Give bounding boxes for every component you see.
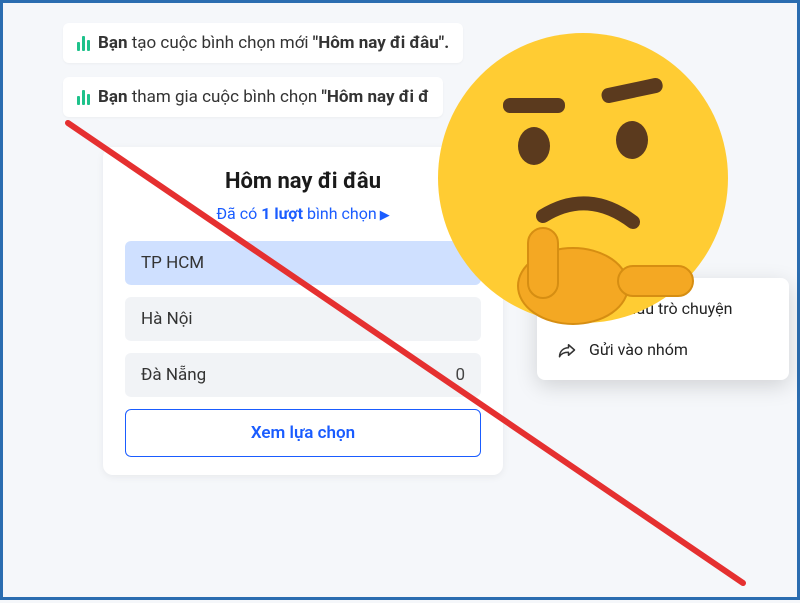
share-icon <box>557 342 577 358</box>
menu-item-share[interactable]: Gửi vào nhóm <box>537 329 789 370</box>
menu-item-label: n lên đầu trò chuyện <box>589 299 732 318</box>
poll-card: Hôm nay đi đâu Đã có 1 lượt bình chọn▶ T… <box>103 147 503 475</box>
poll-option[interactable]: Hà Nội <box>125 297 481 341</box>
option-label: Hà Nội <box>141 309 193 329</box>
pin-icon <box>557 301 577 317</box>
option-label: Đà Nẵng <box>141 365 206 385</box>
system-message-joined: Bạn tham gia cuộc bình chọn "Hôm nay đi … <box>63 77 443 117</box>
poll-title: Hôm nay đi đâu <box>125 169 481 194</box>
option-count: 0 <box>455 365 465 385</box>
menu-item-pin[interactable]: n lên đầu trò chuyện <box>537 288 789 329</box>
view-choices-button[interactable]: Xem lựa chọn <box>125 409 481 457</box>
poll-icon <box>77 35 90 51</box>
sys-msg-text: Bạn tạo cuộc bình chọn mới "Hôm nay đi đ… <box>98 33 449 53</box>
poll-subtitle[interactable]: Đã có 1 lượt bình chọn▶ <box>125 204 481 223</box>
menu-item-label: Gửi vào nhóm <box>589 340 688 359</box>
sys-msg-text: Bạn tham gia cuộc bình chọn "Hôm nay đi … <box>98 87 429 107</box>
chat-content: Bạn tạo cuộc bình chọn mới "Hôm nay đi đ… <box>3 3 797 495</box>
system-message-created: Bạn tạo cuộc bình chọn mới "Hôm nay đi đ… <box>63 23 463 63</box>
poll-option[interactable]: Đà Nẵng 0 <box>125 353 481 397</box>
context-menu: n lên đầu trò chuyện Gửi vào nhóm <box>537 278 789 380</box>
option-label: TP HCM <box>141 253 204 273</box>
chevron-right-icon: ▶ <box>380 208 390 223</box>
poll-option[interactable]: TP HCM <box>125 241 481 285</box>
poll-icon <box>77 89 90 105</box>
